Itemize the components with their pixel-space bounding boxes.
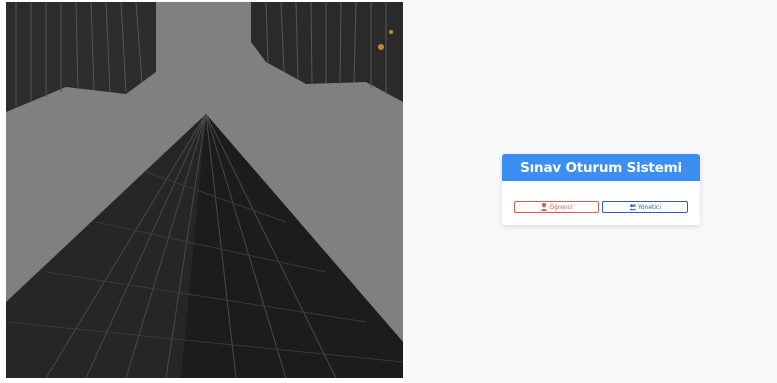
- card-body: Öğrenci Yönetici: [502, 181, 700, 225]
- card-title: Sınav Oturum Sistemi: [520, 159, 682, 176]
- skyscraper-photo: [6, 2, 403, 378]
- student-button-label: Öğrenci: [549, 203, 573, 211]
- login-card: Sınav Oturum Sistemi Öğrenci Yönetici: [502, 154, 700, 225]
- login-page: Sınav Oturum Sistemi Öğrenci Yönetici: [0, 0, 777, 383]
- student-icon: [540, 203, 548, 211]
- users-icon: [629, 203, 637, 211]
- admin-button-label: Yönetici: [637, 203, 662, 211]
- hero-image: [6, 2, 403, 378]
- card-header: Sınav Oturum Sistemi: [502, 154, 700, 181]
- admin-login-button[interactable]: Yönetici: [602, 201, 688, 213]
- student-login-button[interactable]: Öğrenci: [514, 201, 599, 213]
